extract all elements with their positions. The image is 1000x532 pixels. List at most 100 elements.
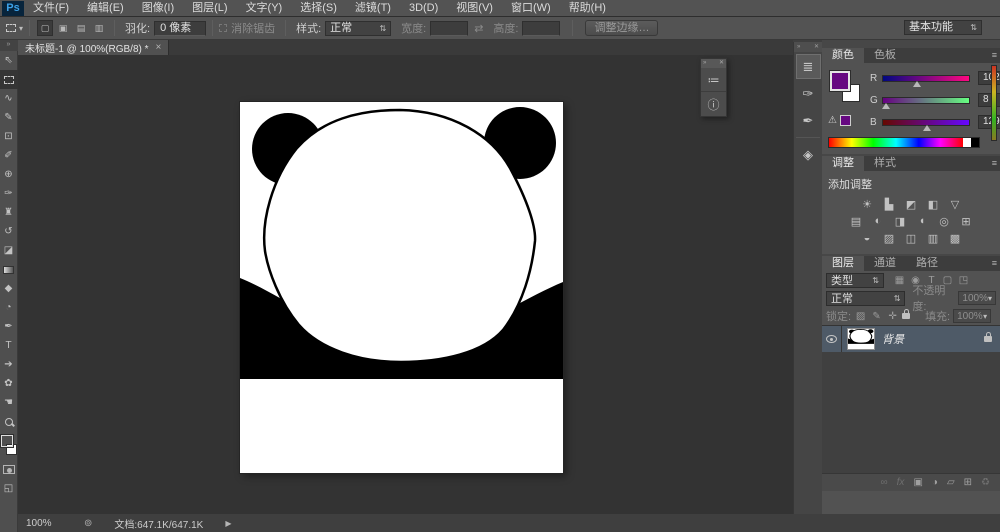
vertical-hue-strip[interactable] <box>991 65 997 141</box>
history-panel-button[interactable]: ≣ <box>796 54 821 79</box>
refine-edge-button[interactable]: 调整边缘… <box>585 20 658 36</box>
link-layers-icon[interactable]: ∞ <box>881 477 888 488</box>
blue-slider-thumb[interactable] <box>923 125 931 131</box>
selection-mode-intersect-button[interactable]: ▥ <box>91 20 107 36</box>
exposure-icon[interactable]: ◧ <box>925 197 942 211</box>
path-selection-tool[interactable]: ➔ <box>0 355 18 374</box>
hue-saturation-icon[interactable]: ▤ <box>848 214 865 228</box>
channel-mixer-icon[interactable]: ◎ <box>936 214 953 228</box>
tab-swatches[interactable]: 色板 <box>864 48 906 63</box>
lock-paint-icon[interactable]: ✎ <box>870 311 883 322</box>
hand-tool[interactable]: ☚ <box>0 393 18 412</box>
menu-view[interactable]: 视图(V) <box>447 0 502 16</box>
new-group-icon[interactable]: ▱ <box>947 477 955 488</box>
red-slider[interactable] <box>882 75 970 82</box>
selection-mode-new-button[interactable]: ▢ <box>37 20 53 36</box>
lasso-tool[interactable]: ∿ <box>0 89 18 108</box>
toolbar-collapse-button[interactable]: » <box>0 40 18 51</box>
width-input[interactable] <box>430 21 468 36</box>
quick-mask-button[interactable] <box>0 460 18 479</box>
crop-tool[interactable]: ⊡ <box>0 127 18 146</box>
brightness-contrast-icon[interactable]: ☀ <box>859 197 876 211</box>
lock-all-icon[interactable] <box>902 313 910 319</box>
clone-stamp-tool[interactable]: ♜ <box>0 203 18 222</box>
new-layer-icon[interactable]: ⊞ <box>964 477 972 488</box>
type-tool[interactable]: T <box>0 336 18 355</box>
menu-image[interactable]: 图像(I) <box>133 0 183 16</box>
collapse-icon[interactable]: » <box>797 42 800 52</box>
curves-icon[interactable]: ◩ <box>903 197 920 211</box>
menu-select[interactable]: 选择(S) <box>291 0 346 16</box>
layer-row-background[interactable]: 背景 <box>822 326 1000 352</box>
height-input[interactable] <box>522 21 560 36</box>
info-panel-button[interactable]: ⓘ <box>701 92 726 116</box>
tab-adjustments[interactable]: 调整 <box>822 156 864 171</box>
panel-menu-icon[interactable]: ≡ <box>992 258 997 268</box>
threshold-icon[interactable]: ◫ <box>903 231 920 245</box>
invert-icon[interactable]: ◒ <box>859 231 876 245</box>
selective-color-icon[interactable]: ▩ <box>947 231 964 245</box>
levels-icon[interactable]: ▙ <box>881 197 898 211</box>
lock-transparency-icon[interactable]: ▨ <box>854 311 867 322</box>
posterize-icon[interactable]: ▨ <box>881 231 898 245</box>
feather-input[interactable]: 0 像素 <box>154 21 206 36</box>
black-swatch[interactable] <box>971 138 979 147</box>
menu-help[interactable]: 帮助(H) <box>560 0 615 16</box>
history-brush-tool[interactable]: ↺ <box>0 222 18 241</box>
menu-3d[interactable]: 3D(D) <box>400 0 447 16</box>
document-tab[interactable]: 未标题-1 @ 100%(RGB/8) * × <box>18 40 169 55</box>
tab-styles[interactable]: 样式 <box>864 156 906 171</box>
green-slider-thumb[interactable] <box>882 103 890 109</box>
gradient-tool[interactable] <box>0 260 18 279</box>
clone-source-panel-button[interactable]: ✒ <box>796 108 821 133</box>
color-balance-icon[interactable]: ◐ <box>870 214 887 228</box>
panel-menu-icon[interactable]: ≡ <box>992 50 997 60</box>
style-dropdown[interactable]: 正常 ⇅ <box>325 21 391 36</box>
menu-layer[interactable]: 图层(L) <box>183 0 236 16</box>
gradient-map-icon[interactable]: ▥ <box>925 231 942 245</box>
new-adjustment-layer-icon[interactable]: ◑ <box>932 477 938 488</box>
selection-mode-subtract-button[interactable]: ▤ <box>73 20 89 36</box>
add-layer-mask-icon[interactable]: ▣ <box>913 477 922 488</box>
swap-dimensions-icon[interactable]: ⇄ <box>474 22 483 35</box>
blend-mode-dropdown[interactable]: 正常 ⇅ <box>826 291 905 306</box>
delete-layer-icon[interactable]: ♻ <box>981 477 990 488</box>
panel-menu-icon[interactable]: ≡ <box>992 158 997 168</box>
eyedropper-tool[interactable]: ✐ <box>0 146 18 165</box>
pen-tool[interactable]: ✒ <box>0 317 18 336</box>
tab-color[interactable]: 颜色 <box>822 48 864 63</box>
menu-window[interactable]: 窗口(W) <box>502 0 560 16</box>
dodge-tool[interactable]: ◔ <box>0 298 18 317</box>
eraser-tool[interactable]: ◪ <box>0 241 18 260</box>
tool-preset-picker[interactable]: ▾ <box>6 24 23 33</box>
white-swatch[interactable] <box>963 138 971 147</box>
zoom-tool[interactable] <box>0 412 18 431</box>
menu-edit[interactable]: 编辑(E) <box>78 0 133 16</box>
shape-tool[interactable]: ✿ <box>0 374 18 393</box>
filter-pixel-icon[interactable]: ▦ <box>893 275 906 286</box>
spectrum-gradient[interactable] <box>829 138 963 147</box>
properties-panel-button[interactable]: ≔ <box>701 68 726 92</box>
fill-input[interactable]: 100% ▾ <box>953 309 991 323</box>
screen-mode-button[interactable]: ◱ <box>0 479 18 498</box>
close-icon[interactable]: ✕ <box>719 59 724 68</box>
green-slider[interactable] <box>882 97 970 104</box>
antialias-checkbox[interactable] <box>219 24 227 32</box>
foreground-color-swatch[interactable] <box>830 71 850 91</box>
zoom-level-field[interactable]: 100% <box>26 518 66 529</box>
visibility-toggle[interactable] <box>822 326 842 352</box>
quick-selection-tool[interactable]: ✎ <box>0 108 18 127</box>
layer-thumbnail[interactable] <box>848 329 874 349</box>
document-canvas[interactable] <box>240 102 563 473</box>
menu-file[interactable]: 文件(F) <box>24 0 78 16</box>
brush-panel-button[interactable]: ✑ <box>796 81 821 106</box>
color-lookup-icon[interactable]: ⊞ <box>958 214 975 228</box>
foreground-color-swatch[interactable] <box>1 435 13 447</box>
warning-icon[interactable]: ⚠ <box>828 115 837 126</box>
red-slider-thumb[interactable] <box>913 81 921 87</box>
menu-filter[interactable]: 滤镜(T) <box>346 0 400 16</box>
black-white-icon[interactable]: ◨ <box>892 214 909 228</box>
photo-filter-icon[interactable]: ◖ <box>914 214 931 228</box>
collapse-icon[interactable]: » <box>703 59 706 68</box>
close-icon[interactable]: ✕ <box>814 42 819 52</box>
